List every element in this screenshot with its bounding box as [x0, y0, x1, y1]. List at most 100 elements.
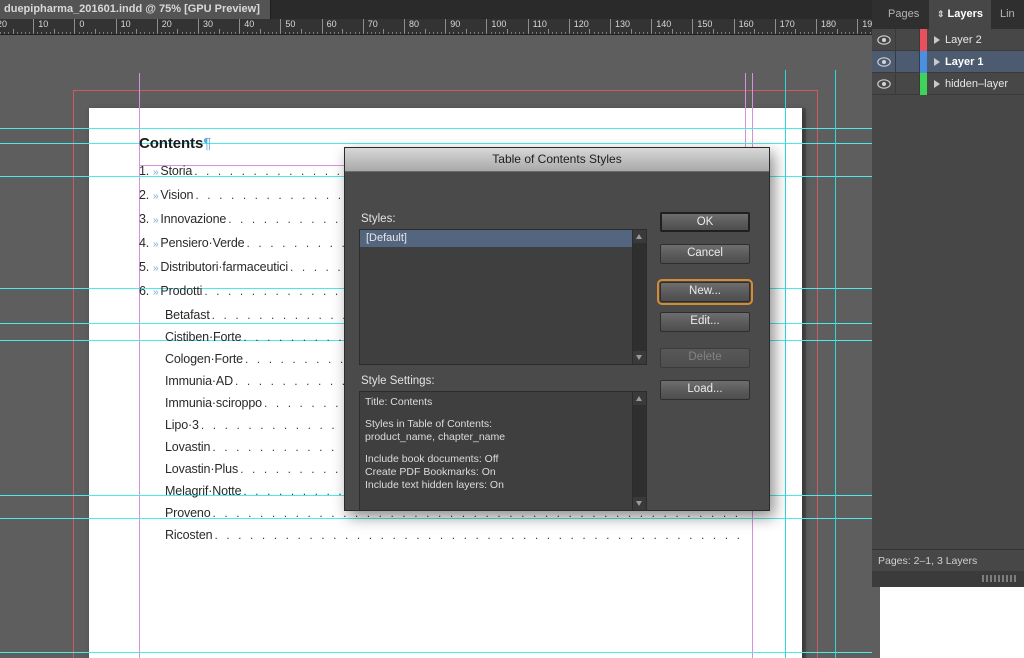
tab-marker-icon: »: [153, 167, 159, 178]
settings-line: Create PDF Bookmarks: On: [365, 466, 496, 478]
ruler-tick-label: 170: [779, 19, 795, 29]
ruler-tick-label: 110: [532, 19, 547, 29]
tab-marker-icon: »: [153, 215, 159, 226]
toc-entry-label: Betafast: [165, 308, 210, 322]
ruler-tick-label: 20: [0, 19, 8, 29]
toc-entry-label: Prodotti: [160, 284, 203, 298]
layer-visibility-toggle[interactable]: [872, 50, 896, 73]
horizontal-ruler[interactable]: 2010010203040506070809010011012013014015…: [0, 19, 1024, 35]
tab-layers[interactable]: ⇕ Layers: [929, 0, 992, 29]
ruler-tick: 70: [362, 19, 378, 34]
dialog-title: Table of Contents Styles: [492, 152, 622, 166]
new-button[interactable]: New...: [657, 279, 753, 305]
layer-row[interactable]: Layer 1: [872, 50, 1024, 73]
layer-color-swatch: [920, 72, 927, 95]
toc-entry-number: 6.: [139, 284, 150, 298]
scroll-up-arrow-icon[interactable]: [633, 230, 646, 243]
ruler-tick-label: 50: [285, 19, 296, 29]
layer-visibility-toggle[interactable]: [872, 28, 896, 51]
layer-row[interactable]: hidden–layer: [872, 72, 1024, 95]
toc-entry-number: 5.: [139, 260, 150, 274]
edit-button[interactable]: Edit...: [660, 312, 750, 332]
ruler-tick-label: 160: [738, 19, 754, 29]
delete-button: Delete: [660, 348, 750, 368]
scroll-up-arrow-icon[interactable]: [633, 392, 646, 405]
style-settings-box[interactable]: Title: Contents Styles in Table of Conten…: [359, 391, 647, 511]
toc-entry-number: 1.: [139, 164, 150, 178]
layer-lock-toggle[interactable]: [896, 50, 920, 73]
ruler-tick-label: 120: [573, 19, 589, 29]
styles-listbox[interactable]: [Default]: [359, 229, 647, 365]
styles-list-scrollbar[interactable]: [632, 230, 646, 364]
ruler-tick: 30: [198, 19, 213, 34]
load-button[interactable]: Load...: [660, 380, 750, 400]
disclosure-triangle-icon[interactable]: [934, 57, 940, 66]
toc-entry-number: 3.: [139, 212, 150, 226]
document-tab[interactable]: duepipharma_201601.indd @ 75% [GPU Previ…: [0, 0, 271, 19]
tab-pages-label: Pages: [888, 8, 920, 20]
layers-list[interactable]: Layer 2 Layer 1 hidden–layer: [872, 28, 1024, 549]
ruler-tick: 60: [321, 19, 337, 34]
tab-links-label: Lin: [1000, 8, 1015, 20]
toc-entry-label: Lovastin: [165, 440, 211, 454]
dialog-title-bar[interactable]: Table of Contents Styles: [345, 148, 769, 172]
page-shadow: [802, 108, 806, 658]
toc-entry-label: Lovastin·Plus: [165, 462, 239, 476]
ok-button[interactable]: OK: [660, 212, 750, 232]
panel-tab-bar: Pages ⇕ Layers Lin: [872, 0, 1024, 29]
layer-visibility-toggle[interactable]: [872, 72, 896, 95]
layer-color-swatch: [920, 28, 927, 51]
panel-dock-gutter: [872, 587, 880, 658]
toc-entry-label: Proveno: [165, 506, 211, 520]
tab-marker-icon: »: [153, 191, 159, 202]
settings-line: product_name, chapter_name: [365, 431, 506, 443]
tab-links[interactable]: Lin: [992, 0, 1023, 29]
cancel-button[interactable]: Cancel: [660, 244, 750, 264]
ruler-tick-label: 0: [79, 19, 85, 29]
eye-icon: [876, 34, 891, 45]
styles-list-item[interactable]: [Default]: [360, 230, 646, 247]
toc-entry-label: Immunia·AD: [165, 374, 233, 388]
ruler-tick: 150: [692, 19, 712, 34]
ruler-tick-label: 10: [120, 19, 131, 29]
ruler-tick: 110: [527, 19, 547, 34]
scrollbar-track[interactable]: [633, 243, 646, 351]
ruler-tick: 180: [816, 19, 836, 34]
tab-pages[interactable]: Pages: [880, 0, 927, 29]
toc-entry-label: Cistiben·Forte: [165, 330, 242, 344]
disclosure-triangle-icon[interactable]: [934, 79, 940, 88]
ruler-tick-label: 10: [38, 19, 49, 29]
settings-line: Title: Contents: [365, 396, 433, 408]
toc-entry-number: 2.: [139, 188, 150, 202]
ruler-tick: 0: [74, 19, 84, 34]
layer-lock-toggle[interactable]: [896, 28, 920, 51]
layer-row[interactable]: Layer 2: [872, 28, 1024, 51]
ruler-tick-label: 40: [244, 19, 255, 29]
resize-grip-icon[interactable]: [982, 575, 1016, 582]
settings-scrollbar[interactable]: [632, 392, 646, 510]
layers-status-bar: Pages: 2–1, 3 Layers: [872, 549, 1024, 571]
ruler-tick: 120: [568, 19, 589, 34]
chevron-updown-icon: ⇕: [937, 9, 945, 19]
layer-name-label: Layer 1: [945, 55, 984, 68]
disclosure-triangle-icon[interactable]: [934, 35, 940, 44]
toc-entry-label: Distributori·farmaceutici: [160, 260, 288, 274]
ruler-tick-label: 20: [161, 19, 172, 29]
ruler-tick: 90: [445, 19, 460, 34]
layer-name-label: Layer 2: [945, 33, 982, 46]
tab-layers-label: Layers: [947, 8, 984, 20]
ruler-tick: 100: [486, 19, 506, 34]
ruler-tick-label: 30: [203, 19, 214, 29]
toc-entry: Ricosten. . . . . . . . . . . . . . . . …: [139, 524, 749, 546]
toc-entry-label: Lipo·3: [165, 418, 199, 432]
scrollbar-track[interactable]: [633, 405, 646, 497]
scroll-down-arrow-icon[interactable]: [633, 497, 646, 510]
table-of-contents-styles-dialog[interactable]: Table of Contents Styles Styles: [Defaul…: [344, 147, 770, 511]
ruler-tick-label: 150: [697, 19, 713, 29]
guide-vertical: [835, 70, 836, 658]
scroll-down-arrow-icon[interactable]: [633, 351, 646, 364]
layer-lock-toggle[interactable]: [896, 72, 920, 95]
panel-footer: [872, 571, 1024, 587]
tab-marker-icon: »: [153, 263, 159, 274]
ruler-tick: 10: [115, 19, 131, 34]
